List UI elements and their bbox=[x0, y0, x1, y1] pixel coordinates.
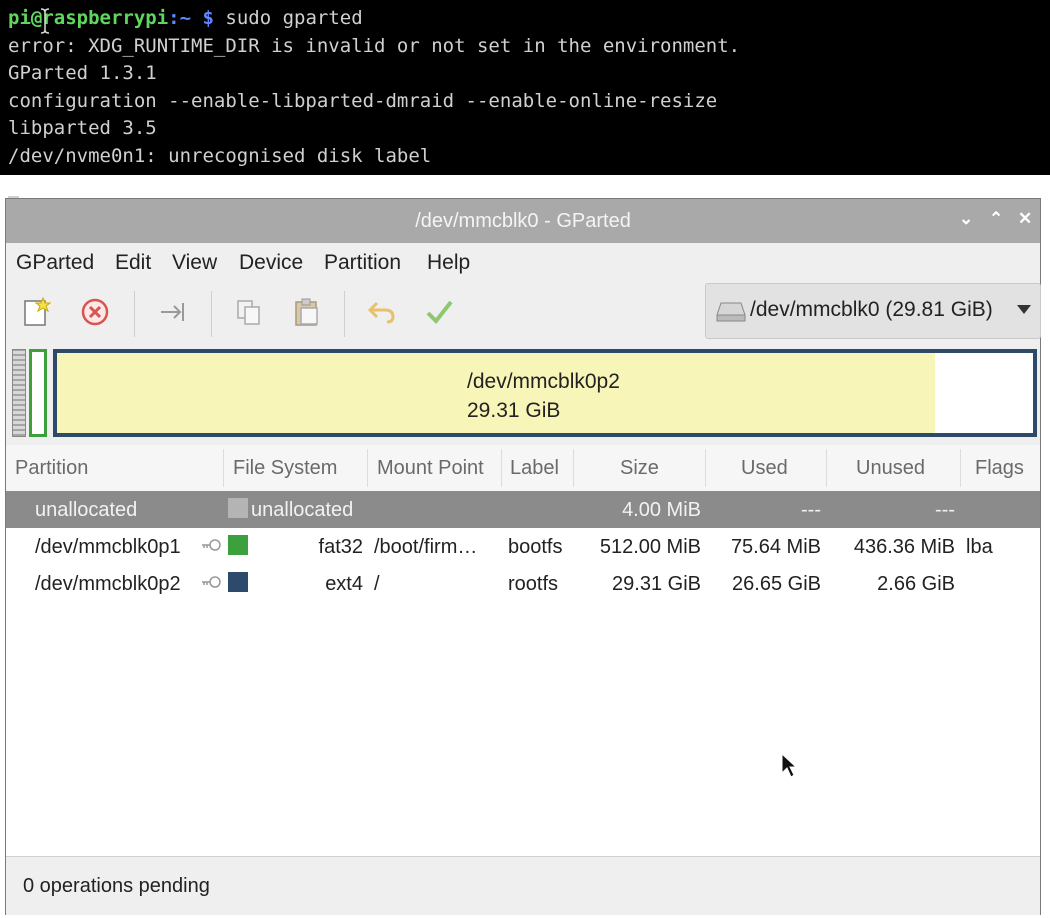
cell-unused: 2.66 GiB bbox=[877, 573, 955, 595]
partition-p2-name: /dev/mmcblk0p2 bbox=[467, 370, 620, 393]
menu-view[interactable]: View bbox=[172, 251, 217, 275]
disk-map: /dev/mmcblk0p2 29.31 GiB bbox=[6, 345, 1040, 445]
column-separator bbox=[223, 449, 224, 487]
header-used[interactable]: Used bbox=[741, 457, 788, 480]
terminal-line: libparted 3.5 bbox=[8, 117, 157, 140]
table-row-mmcblk0p1[interactable]: /dev/mmcblk0p1 fat32 /boot/firm… bootfs … bbox=[6, 528, 1040, 565]
menu-partition[interactable]: Partition bbox=[324, 251, 401, 275]
table-row-unallocated[interactable]: unallocated unallocated 4.00 MiB --- --- bbox=[6, 491, 1040, 528]
minimize-icon[interactable]: ⌄ bbox=[959, 209, 973, 229]
menu-bar: GParted Edit View Device Partition Help bbox=[6, 243, 1040, 283]
prompt-symbol: $ bbox=[202, 7, 214, 29]
mount-key-icon bbox=[202, 539, 221, 551]
apply-icon[interactable] bbox=[424, 297, 454, 327]
title-bar[interactable]: /dev/mmcblk0 - GParted ⌄ ⌃ ✕ bbox=[6, 199, 1040, 243]
filesystem-color-swatch bbox=[228, 498, 248, 518]
filesystem-color-swatch bbox=[228, 535, 248, 555]
header-filesystem[interactable]: File System bbox=[233, 457, 337, 480]
header-flags[interactable]: Flags bbox=[975, 457, 1024, 480]
table-header: Partition File System Mount Point Label … bbox=[6, 445, 1040, 492]
header-label[interactable]: Label bbox=[510, 457, 559, 480]
copy-icon[interactable] bbox=[234, 297, 264, 327]
partition-p2-segment[interactable]: /dev/mmcblk0p2 29.31 GiB bbox=[53, 349, 1037, 437]
toolbar-separator bbox=[211, 291, 212, 337]
mount-key-icon bbox=[202, 576, 221, 588]
column-separator bbox=[705, 449, 706, 487]
header-unused[interactable]: Unused bbox=[856, 457, 925, 480]
text-cursor-icon bbox=[40, 8, 50, 34]
cell-label: rootfs bbox=[508, 573, 559, 595]
cell-partition: /dev/mmcblk0p1 bbox=[35, 536, 181, 558]
cell-size: 4.00 MiB bbox=[622, 499, 701, 521]
terminal-line: configuration --enable-libparted-dmraid … bbox=[8, 89, 718, 112]
cell-filesystem: ext4 bbox=[325, 573, 363, 595]
terminal-line: GParted 1.3.1 bbox=[8, 62, 157, 85]
terminal-cursor bbox=[8, 178, 19, 199]
menu-edit[interactable]: Edit bbox=[115, 251, 151, 275]
cell-mountpoint: / bbox=[374, 573, 380, 595]
cell-size: 29.31 GiB bbox=[612, 573, 701, 595]
mouse-pointer-icon bbox=[781, 753, 797, 778]
toolbar-separator bbox=[344, 291, 345, 337]
undo-icon[interactable] bbox=[367, 297, 397, 327]
terminal-line: error: XDG_RUNTIME_DIR is invalid or not… bbox=[8, 34, 741, 57]
drive-icon bbox=[716, 302, 746, 322]
cell-filesystem: unallocated bbox=[251, 499, 354, 521]
delete-icon[interactable] bbox=[80, 297, 110, 327]
cell-unused: 436.36 MiB bbox=[853, 536, 955, 558]
terminal-command: sudo gparted bbox=[225, 7, 363, 29]
partition-p1-segment[interactable] bbox=[29, 349, 47, 437]
partition-p2-caption: /dev/mmcblk0p2 29.31 GiB bbox=[467, 367, 620, 425]
partition-table: Partition File System Mount Point Label … bbox=[6, 445, 1040, 856]
cell-partition: /dev/mmcblk0p2 bbox=[35, 573, 181, 595]
header-size[interactable]: Size bbox=[620, 457, 659, 480]
terminal-line: /dev/nvme0n1: unrecognised disk label bbox=[8, 144, 432, 167]
column-separator bbox=[367, 449, 368, 487]
device-selector[interactable]: /dev/mmcblk0 (29.81 GiB) bbox=[705, 283, 1041, 339]
menu-gparted[interactable]: GParted bbox=[16, 251, 94, 275]
toolbar: /dev/mmcblk0 (29.81 GiB) bbox=[6, 283, 1041, 345]
partition-p2-size: 29.31 GiB bbox=[467, 399, 561, 422]
column-separator bbox=[501, 449, 502, 487]
cell-partition: unallocated bbox=[35, 499, 138, 521]
prompt-path: :~ bbox=[168, 7, 192, 29]
status-bar: 0 operations pending bbox=[6, 856, 1040, 915]
new-partition-icon[interactable] bbox=[22, 297, 52, 327]
filesystem-color-swatch bbox=[228, 572, 248, 592]
header-mountpoint[interactable]: Mount Point bbox=[377, 457, 484, 480]
cell-used: --- bbox=[801, 499, 821, 521]
chevron-down-icon bbox=[1017, 305, 1031, 314]
menu-help[interactable]: Help bbox=[427, 251, 470, 275]
gparted-window: /dev/mmcblk0 - GParted ⌄ ⌃ ✕ GParted Edi… bbox=[5, 198, 1041, 915]
column-separator bbox=[826, 449, 827, 487]
resize-move-icon[interactable] bbox=[158, 297, 188, 327]
operations-pending-text: 0 operations pending bbox=[23, 875, 210, 897]
cell-size: 512.00 MiB bbox=[599, 536, 701, 558]
device-label: /dev/mmcblk0 (29.81 GiB) bbox=[750, 298, 993, 321]
menu-device[interactable]: Device bbox=[239, 251, 303, 275]
window-title: /dev/mmcblk0 - GParted bbox=[415, 210, 631, 232]
column-separator bbox=[960, 449, 961, 487]
cell-filesystem: fat32 bbox=[318, 536, 363, 558]
unallocated-segment[interactable] bbox=[12, 349, 26, 437]
maximize-icon[interactable]: ⌃ bbox=[989, 209, 1003, 229]
cell-used: 75.64 MiB bbox=[730, 536, 821, 558]
cell-unused: --- bbox=[935, 499, 955, 521]
prompt-user: pi@raspberrypi bbox=[8, 7, 169, 29]
header-partition[interactable]: Partition bbox=[15, 457, 88, 480]
close-icon[interactable]: ✕ bbox=[1018, 209, 1032, 229]
toolbar-separator bbox=[134, 291, 135, 337]
table-row-mmcblk0p2[interactable]: /dev/mmcblk0p2 ext4 / rootfs 29.31 GiB 2… bbox=[6, 565, 1040, 602]
terminal-window[interactable]: pi@raspberrypi:~ $ sudo gparted error: X… bbox=[0, 0, 1050, 199]
cell-mountpoint: /boot/firm… bbox=[374, 536, 478, 558]
cell-used: 26.65 GiB bbox=[732, 573, 821, 595]
cell-label: bootfs bbox=[508, 536, 563, 558]
column-separator bbox=[573, 449, 574, 487]
paste-icon[interactable] bbox=[292, 297, 322, 327]
cell-flags: lba bbox=[966, 536, 993, 558]
